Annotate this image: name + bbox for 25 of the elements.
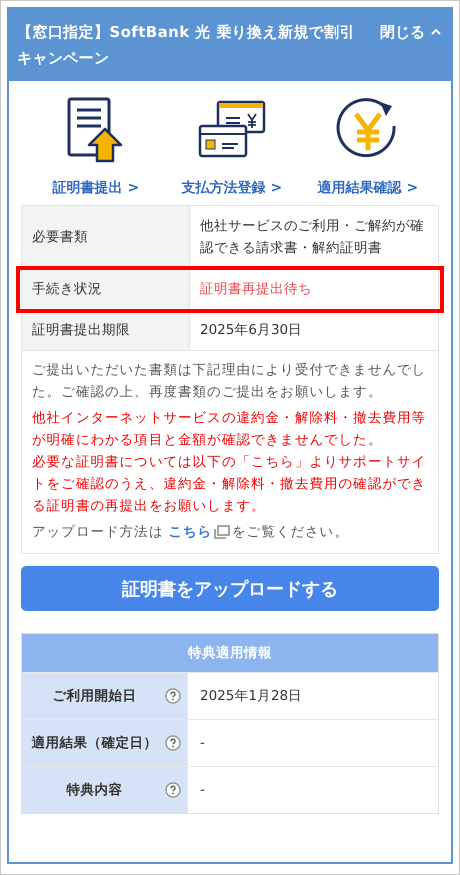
shortcut-link[interactable]: 証明書提出 > (52, 179, 140, 197)
help-icon[interactable] (165, 688, 181, 704)
panel-title: 【窓口指定】SoftBank 光 乗り換え新規で割引キャンペーン (17, 22, 356, 69)
rejection-message: ご提出いただいた書類は下記理由により受付できませんでした。ご確認の上、再度書類のご提出をお願いします。 (32, 361, 428, 402)
row-label: 必要書類 (22, 206, 190, 268)
help-icon[interactable] (165, 782, 181, 798)
rejection-reason: 他社インターネットサービスの違約金・解除料・撤去費用等が明確にわかる項目と金額が確認できませんでした。 (32, 409, 428, 450)
row-label: 適用結果（確定日） (30, 734, 158, 752)
rejection-reason: 必要な証明書については以下の「こちら」よりサポートサイトをご確認のうえ、違約金・解除料・撤去費用の確認ができる証明書の再提出をお願いします。 (32, 453, 428, 516)
help-icon[interactable] (165, 735, 181, 751)
help-link[interactable]: こちら (168, 524, 212, 540)
document-upload-icon (67, 97, 125, 163)
shortcut-link[interactable]: 支払方法登録 > (182, 179, 282, 197)
caret-icon (431, 28, 441, 36)
cards-icon (198, 100, 266, 160)
section-header: 特典適用情報 (22, 634, 438, 672)
row-label: 特典内容 (65, 781, 124, 799)
row-label: 手続き状況 (22, 269, 190, 309)
row-label: 証明書提出期限 (22, 310, 190, 350)
upload-instructions: アップロード方法は こちら をご覧ください。 (32, 523, 350, 542)
upload-button[interactable]: 証明書をアップロードする (21, 566, 439, 611)
row-label: ご利用開始日 (52, 687, 138, 705)
shortcut-link[interactable]: 適用結果確認 > (318, 179, 418, 197)
external-window-icon (214, 525, 230, 539)
collapse-toggle[interactable]: 閉じる (380, 19, 441, 45)
